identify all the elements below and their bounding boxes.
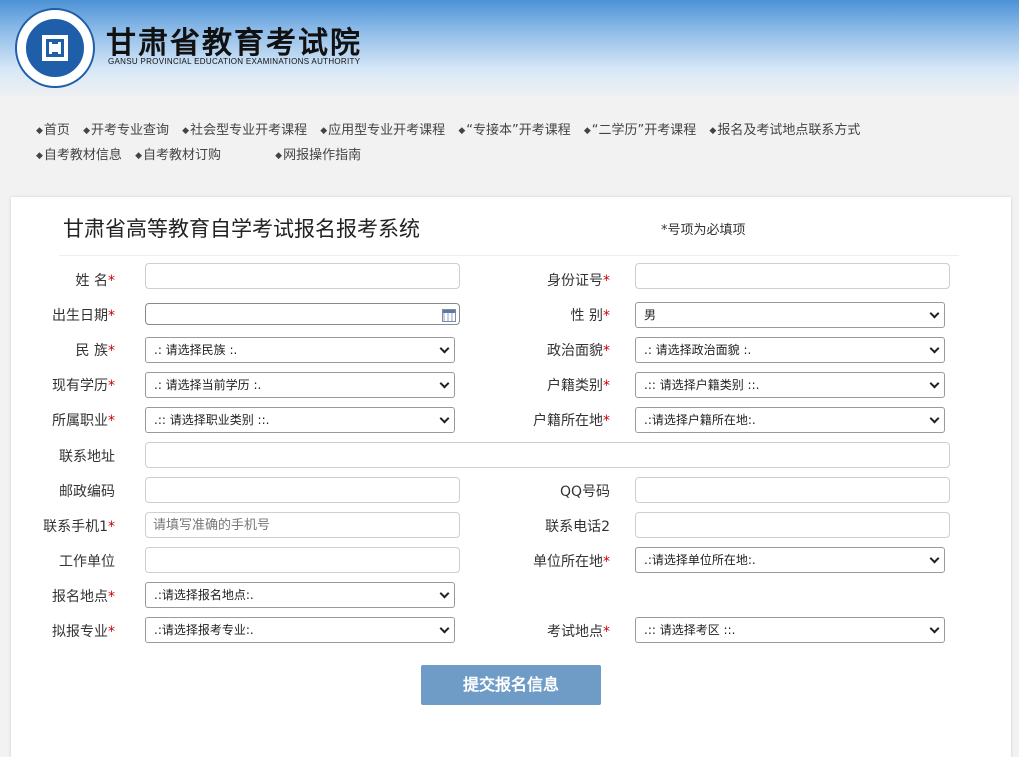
political-select[interactable]: .: 请选择政治面貌 :.: [635, 337, 945, 363]
chevron-down-icon: [439, 378, 450, 389]
id-card-input[interactable]: [635, 263, 950, 289]
page-header: 甘肃省教育考试院 GANSU PROVINCIAL EDUCATION EXAM…: [0, 0, 1019, 100]
nav-link-home[interactable]: ◆首页: [36, 123, 70, 138]
bullet-icon: ◆: [275, 151, 283, 161]
site-title: 甘肃省教育考试院: [106, 26, 362, 61]
major-label: 拟报专业*: [52, 624, 115, 640]
chevron-down-icon: [929, 378, 940, 389]
chevron-down-icon: [439, 413, 450, 424]
chevron-down-icon: [929, 343, 940, 354]
required-note: *号项为必填项: [661, 223, 746, 238]
top-nav: ◆首页 ◆开考专业查询 ◆社会型专业开考课程 ◆应用型专业开考课程 ◆“专接本”…: [36, 118, 936, 168]
bullet-icon: ◆: [320, 126, 328, 136]
nav-link-guide[interactable]: ◆网报操作指南: [275, 148, 361, 163]
education-select[interactable]: .: 请选择当前学历 :.: [145, 372, 455, 398]
major-select[interactable]: .:请选择报考专业:.: [145, 617, 455, 643]
gender-label: 性 别*: [570, 308, 610, 324]
phone2-label: 联系电话2: [545, 519, 610, 535]
bullet-icon: ◆: [36, 151, 43, 161]
nav-link-major-query[interactable]: ◆开考专业查询: [83, 123, 169, 138]
gender-select[interactable]: 男: [635, 302, 945, 328]
nav-link-applied-courses[interactable]: ◆应用型专业开考课程: [320, 123, 445, 138]
chevron-down-icon: [929, 413, 940, 424]
ethnicity-label: 民 族*: [75, 343, 115, 359]
calendar-icon[interactable]: [442, 309, 456, 322]
bullet-icon: ◆: [135, 151, 142, 161]
ethnicity-select[interactable]: .: 请选择民族 :.: [145, 337, 455, 363]
qq-label: QQ号码: [559, 484, 610, 500]
mobile-label: 联系手机1*: [43, 519, 115, 535]
household-location-select[interactable]: .:请选择户籍所在地:.: [635, 407, 945, 433]
address-label: 联系地址: [59, 449, 115, 465]
postcode-label: 邮政编码: [59, 484, 115, 500]
address-input[interactable]: [145, 442, 950, 468]
occupation-label: 所属职业*: [52, 413, 115, 429]
education-label: 现有学历*: [52, 378, 115, 394]
submit-button[interactable]: 提交报名信息: [421, 665, 601, 705]
employer-location-label: 单位所在地*: [533, 554, 610, 570]
occupation-select[interactable]: .:: 请选择职业类别 ::.: [145, 407, 455, 433]
phone2-input[interactable]: [635, 512, 950, 538]
nav-link-second-degree-courses[interactable]: ◆“二学历”开考课程: [584, 123, 696, 138]
id-card-label: 身份证号*: [547, 273, 610, 289]
household-type-label: 户籍类别*: [547, 378, 610, 394]
seal-emblem: [42, 35, 68, 61]
exam-site-select[interactable]: .:: 请选择考区 ::.: [635, 617, 945, 643]
nav-link-contact-sites[interactable]: ◆报名及考试地点联系方式: [709, 123, 860, 138]
site-subtitle: GANSU PROVINCIAL EDUCATION EXAMINATIONS …: [108, 57, 361, 66]
qq-input[interactable]: [635, 477, 950, 503]
name-label: 姓 名*: [75, 273, 115, 289]
bullet-icon: ◆: [458, 126, 466, 136]
bullet-icon: ◆: [583, 126, 591, 136]
divider: [59, 255, 959, 256]
chevron-down-icon: [439, 623, 450, 634]
nav-link-social-courses[interactable]: ◆社会型专业开考课程: [182, 123, 307, 138]
chevron-down-icon: [929, 553, 940, 564]
chevron-down-icon: [929, 623, 940, 634]
nav-link-textbook-info[interactable]: ◆自考教材信息: [36, 148, 122, 163]
register-site-label: 报名地点*: [52, 589, 115, 605]
political-label: 政治面貌*: [547, 343, 610, 359]
employer-label: 工作单位: [59, 554, 115, 570]
chevron-down-icon: [439, 343, 450, 354]
bullet-icon: ◆: [36, 126, 43, 136]
birth-date-input[interactable]: [145, 303, 460, 325]
seal-ring: [26, 19, 84, 77]
employer-input[interactable]: [145, 547, 460, 573]
mobile-input[interactable]: [145, 512, 460, 538]
seal-logo-icon: [15, 8, 95, 88]
household-type-select[interactable]: .:: 请选择户籍类别 ::.: [635, 372, 945, 398]
name-input[interactable]: [145, 263, 460, 289]
nav-link-textbook-order[interactable]: ◆自考教材订购: [135, 148, 221, 163]
bullet-icon: ◆: [83, 126, 90, 136]
nav-row-2: ◆自考教材信息 ◆自考教材订购 ◆网报操作指南: [36, 143, 936, 168]
bullet-icon: ◆: [182, 126, 190, 136]
form-title: 甘肃省高等教育自学考试报名报考系统: [63, 217, 420, 241]
chevron-down-icon: [439, 588, 450, 599]
household-location-label: 户籍所在地*: [533, 413, 610, 429]
nav-link-zjb-courses[interactable]: ◆“专接本”开考课程: [458, 123, 570, 138]
nav-row-1: ◆首页 ◆开考专业查询 ◆社会型专业开考课程 ◆应用型专业开考课程 ◆“专接本”…: [36, 118, 936, 143]
birth-date-label: 出生日期*: [52, 308, 115, 324]
chevron-down-icon: [929, 308, 940, 319]
registration-panel: 甘肃省高等教育自学考试报名报考系统 *号项为必填项 姓 名* 身份证号* 出生日…: [11, 197, 1011, 757]
register-site-select[interactable]: .:请选择报名地点:.: [145, 582, 455, 608]
postcode-input[interactable]: [145, 477, 460, 503]
bullet-icon: ◆: [709, 126, 717, 136]
exam-site-label: 考试地点*: [547, 624, 610, 640]
employer-location-select[interactable]: .:请选择单位所在地:.: [635, 547, 945, 573]
